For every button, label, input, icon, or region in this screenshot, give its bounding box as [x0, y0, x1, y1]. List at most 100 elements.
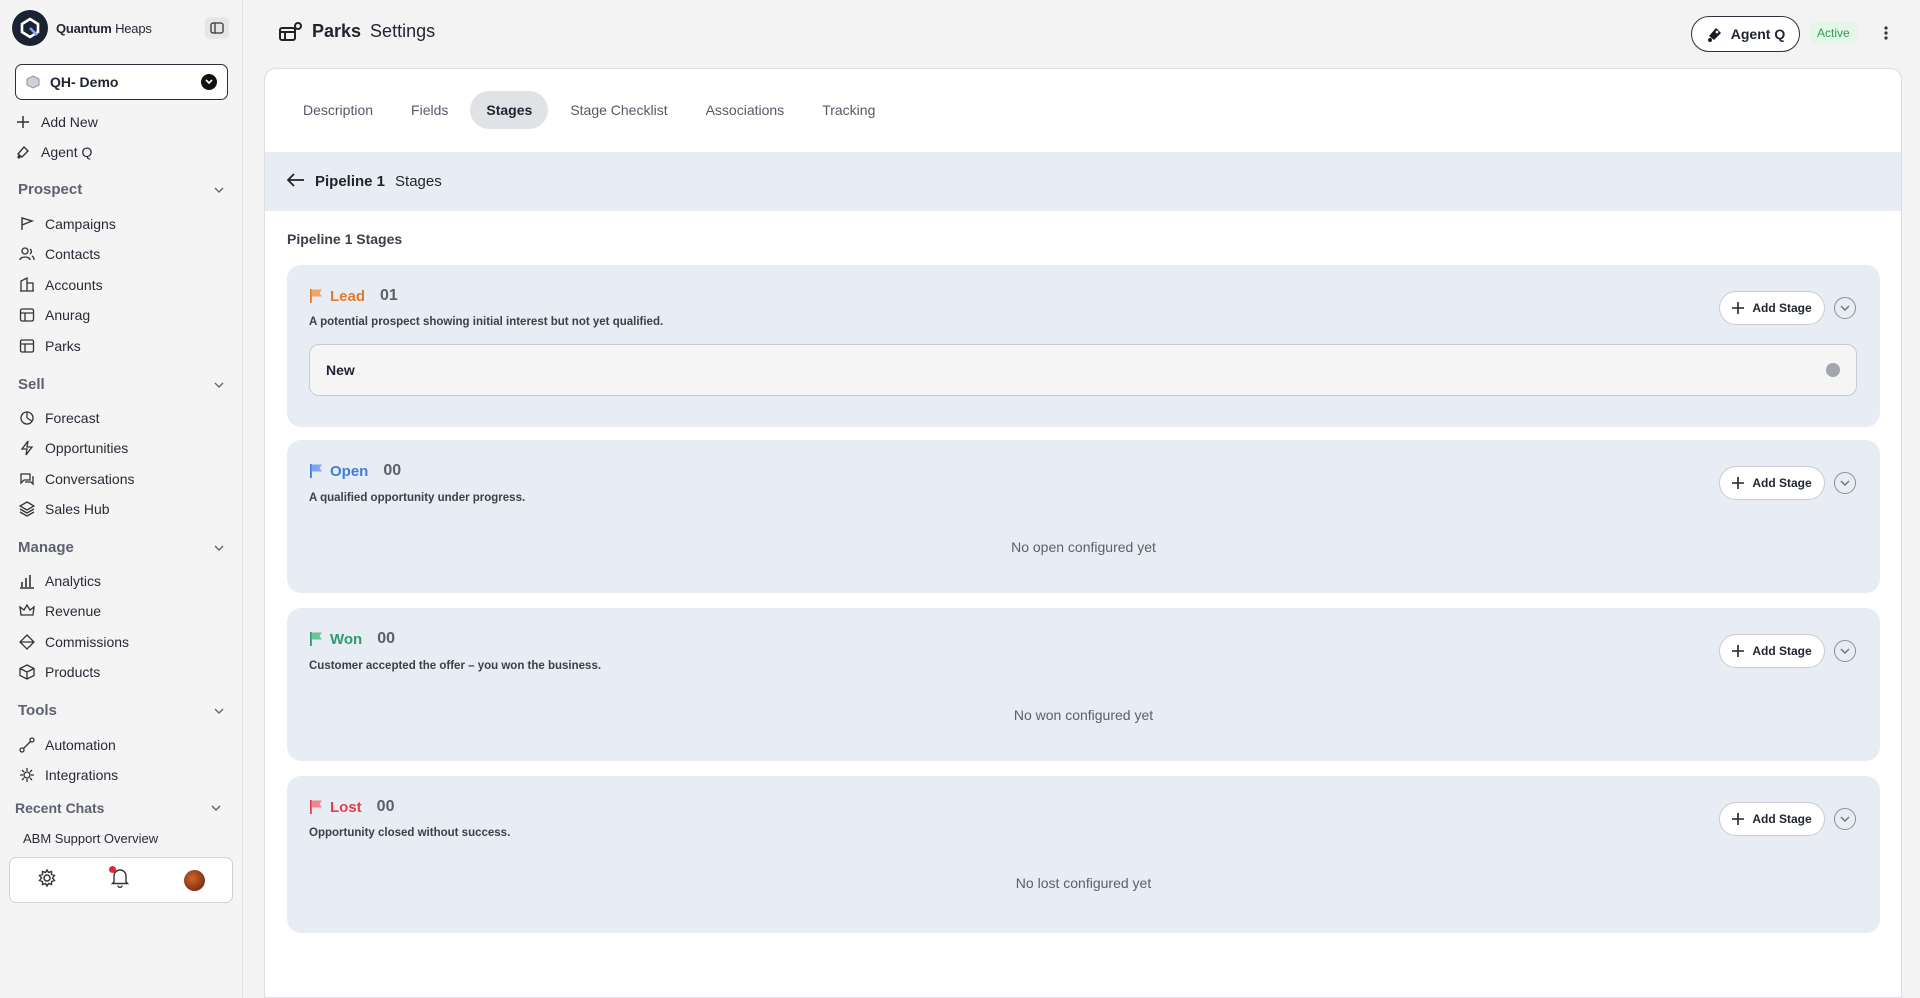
gear-icon [38, 868, 56, 887]
campaign-flag-icon [18, 215, 36, 233]
sidebar-item-parks[interactable]: Parks [18, 335, 81, 357]
brand[interactable]: Quantum Heaps [12, 10, 152, 46]
expand-toggle[interactable] [1834, 640, 1856, 662]
empty-state: No open configured yet [1011, 539, 1156, 555]
notifications-button[interactable] [109, 865, 130, 893]
settings-panel: Description Fields Stages Stage Checklis… [264, 68, 1902, 998]
stage-count: 00 [383, 462, 402, 479]
section-recent-chats[interactable]: Recent Chats [15, 800, 221, 816]
settings-button[interactable] [37, 868, 57, 893]
stage-group-lead: Lead 01 A potential prospect showing ini… [287, 265, 1880, 427]
add-stage-label: Add Stage [1752, 301, 1812, 315]
tab-associations[interactable]: Associations [690, 91, 801, 129]
avatar[interactable] [183, 869, 205, 891]
back-button[interactable] [286, 172, 305, 191]
object-icon [279, 21, 302, 41]
sidebar-item-label: Campaigns [45, 216, 116, 232]
expand-toggle[interactable] [1834, 472, 1856, 494]
flag-icon [310, 800, 322, 814]
sidebar-toggle-button[interactable] [205, 17, 229, 39]
tab-tracking[interactable]: Tracking [806, 91, 891, 129]
chevron-down-icon [1840, 480, 1850, 486]
sidebar-item-integrations[interactable]: Integrations [18, 764, 118, 786]
sidebar-item-automation[interactable]: Automation [18, 734, 116, 756]
sidebar-item-conversations[interactable]: Conversations [18, 468, 135, 490]
sidebar-item-commissions[interactable]: Commissions [18, 631, 129, 653]
sidebar-item-label: Products [45, 664, 101, 680]
tab-description[interactable]: Description [287, 91, 389, 129]
tab-stage-checklist[interactable]: Stage Checklist [554, 91, 683, 129]
layout-icon [18, 306, 36, 324]
tab-stages[interactable]: Stages [470, 91, 549, 129]
stage-group-open: Open 00 A qualified opportunity under pr… [287, 440, 1880, 593]
section-prospect[interactable]: Prospect [18, 181, 224, 198]
section-manage-title: Manage [18, 539, 74, 556]
agent-q-label: Agent Q [41, 144, 93, 160]
sidebar-item-contacts[interactable]: Contacts [18, 243, 100, 265]
stage-group-title: Lost 00 [309, 798, 394, 816]
agent-q-button[interactable]: Agent Q [1691, 16, 1800, 52]
flag-icon [310, 289, 322, 303]
stage-group-description: A potential prospect showing initial int… [309, 316, 664, 328]
stage-options-icon[interactable] [1826, 363, 1840, 377]
add-stage-label: Add Stage [1752, 812, 1812, 826]
flag-icon [310, 464, 322, 478]
add-new-button[interactable]: Add New [14, 111, 98, 133]
recent-chat-item[interactable]: ABM Support Overview [23, 831, 158, 846]
layout-icon [18, 337, 36, 355]
chevron-down-icon [214, 708, 224, 714]
tab-fields[interactable]: Fields [395, 91, 464, 129]
sidebar-item-opportunities[interactable]: Opportunities [18, 437, 128, 459]
sidebar-item-campaigns[interactable]: Campaigns [18, 213, 116, 235]
section-tools[interactable]: Tools [18, 702, 224, 719]
sidebar-item-sales-hub[interactable]: Sales Hub [18, 498, 110, 520]
sidebar-footer [9, 857, 233, 903]
stage-group-lost: Lost 00 Opportunity closed without succe… [287, 776, 1880, 933]
stage-group-name: Lead [330, 287, 366, 305]
stage-count: 00 [376, 798, 395, 815]
add-stage-label: Add Stage [1752, 476, 1812, 490]
agent-q-nav[interactable]: Agent Q [14, 141, 92, 163]
arrow-left-icon [286, 172, 304, 187]
page-title-object: Parks [312, 21, 362, 41]
sidebar-item-revenue[interactable]: Revenue [18, 600, 101, 622]
plus-icon [1732, 477, 1745, 489]
expand-toggle[interactable] [1834, 808, 1856, 830]
layers-icon [18, 500, 36, 518]
agent-icon [14, 143, 32, 161]
add-stage-button[interactable]: Add Stage [1719, 291, 1825, 325]
section-manage[interactable]: Manage [18, 539, 224, 556]
workspace-selector[interactable]: QH- Demo [15, 64, 228, 100]
lightning-icon [18, 439, 36, 457]
more-options-button[interactable] [1878, 22, 1894, 44]
sidebar: Quantum Heaps QH- Demo Add New Agent Q P… [0, 0, 243, 998]
section-heading: Pipeline 1 Stages [287, 231, 403, 247]
stage-row[interactable]: New [309, 344, 1857, 396]
add-stage-button[interactable]: Add Stage [1719, 802, 1825, 836]
sidebar-item-forecast[interactable]: Forecast [18, 407, 99, 429]
chevron-down-icon [214, 382, 224, 388]
stage-group-description: Customer accepted the offer – you won th… [309, 660, 602, 672]
plus-icon [1732, 302, 1745, 314]
stage-name: New [326, 362, 355, 378]
page-title-section: Settings [370, 21, 436, 41]
add-stage-button[interactable]: Add Stage [1719, 466, 1825, 500]
sidebar-item-anurag[interactable]: Anurag [18, 304, 90, 326]
section-sell[interactable]: Sell [18, 376, 224, 393]
brand-name: Quantum Heaps [56, 20, 152, 36]
chevron-down-icon [214, 187, 224, 193]
users-icon [18, 245, 36, 263]
sidebar-item-accounts[interactable]: Accounts [18, 274, 103, 296]
stage-group-title: Open 00 [309, 462, 401, 480]
chevron-down-icon [1840, 305, 1850, 311]
bar-chart-icon [18, 572, 36, 590]
chevron-down-icon [211, 805, 221, 811]
chevron-down-icon [214, 545, 224, 551]
chevron-down-icon [201, 74, 217, 90]
sidebar-item-analytics[interactable]: Analytics [18, 570, 101, 592]
flag-icon [310, 632, 322, 646]
sidebar-item-products[interactable]: Products [18, 661, 100, 683]
sidebar-item-label: Sales Hub [45, 501, 110, 517]
add-stage-button[interactable]: Add Stage [1719, 634, 1825, 668]
expand-toggle[interactable] [1834, 297, 1856, 319]
